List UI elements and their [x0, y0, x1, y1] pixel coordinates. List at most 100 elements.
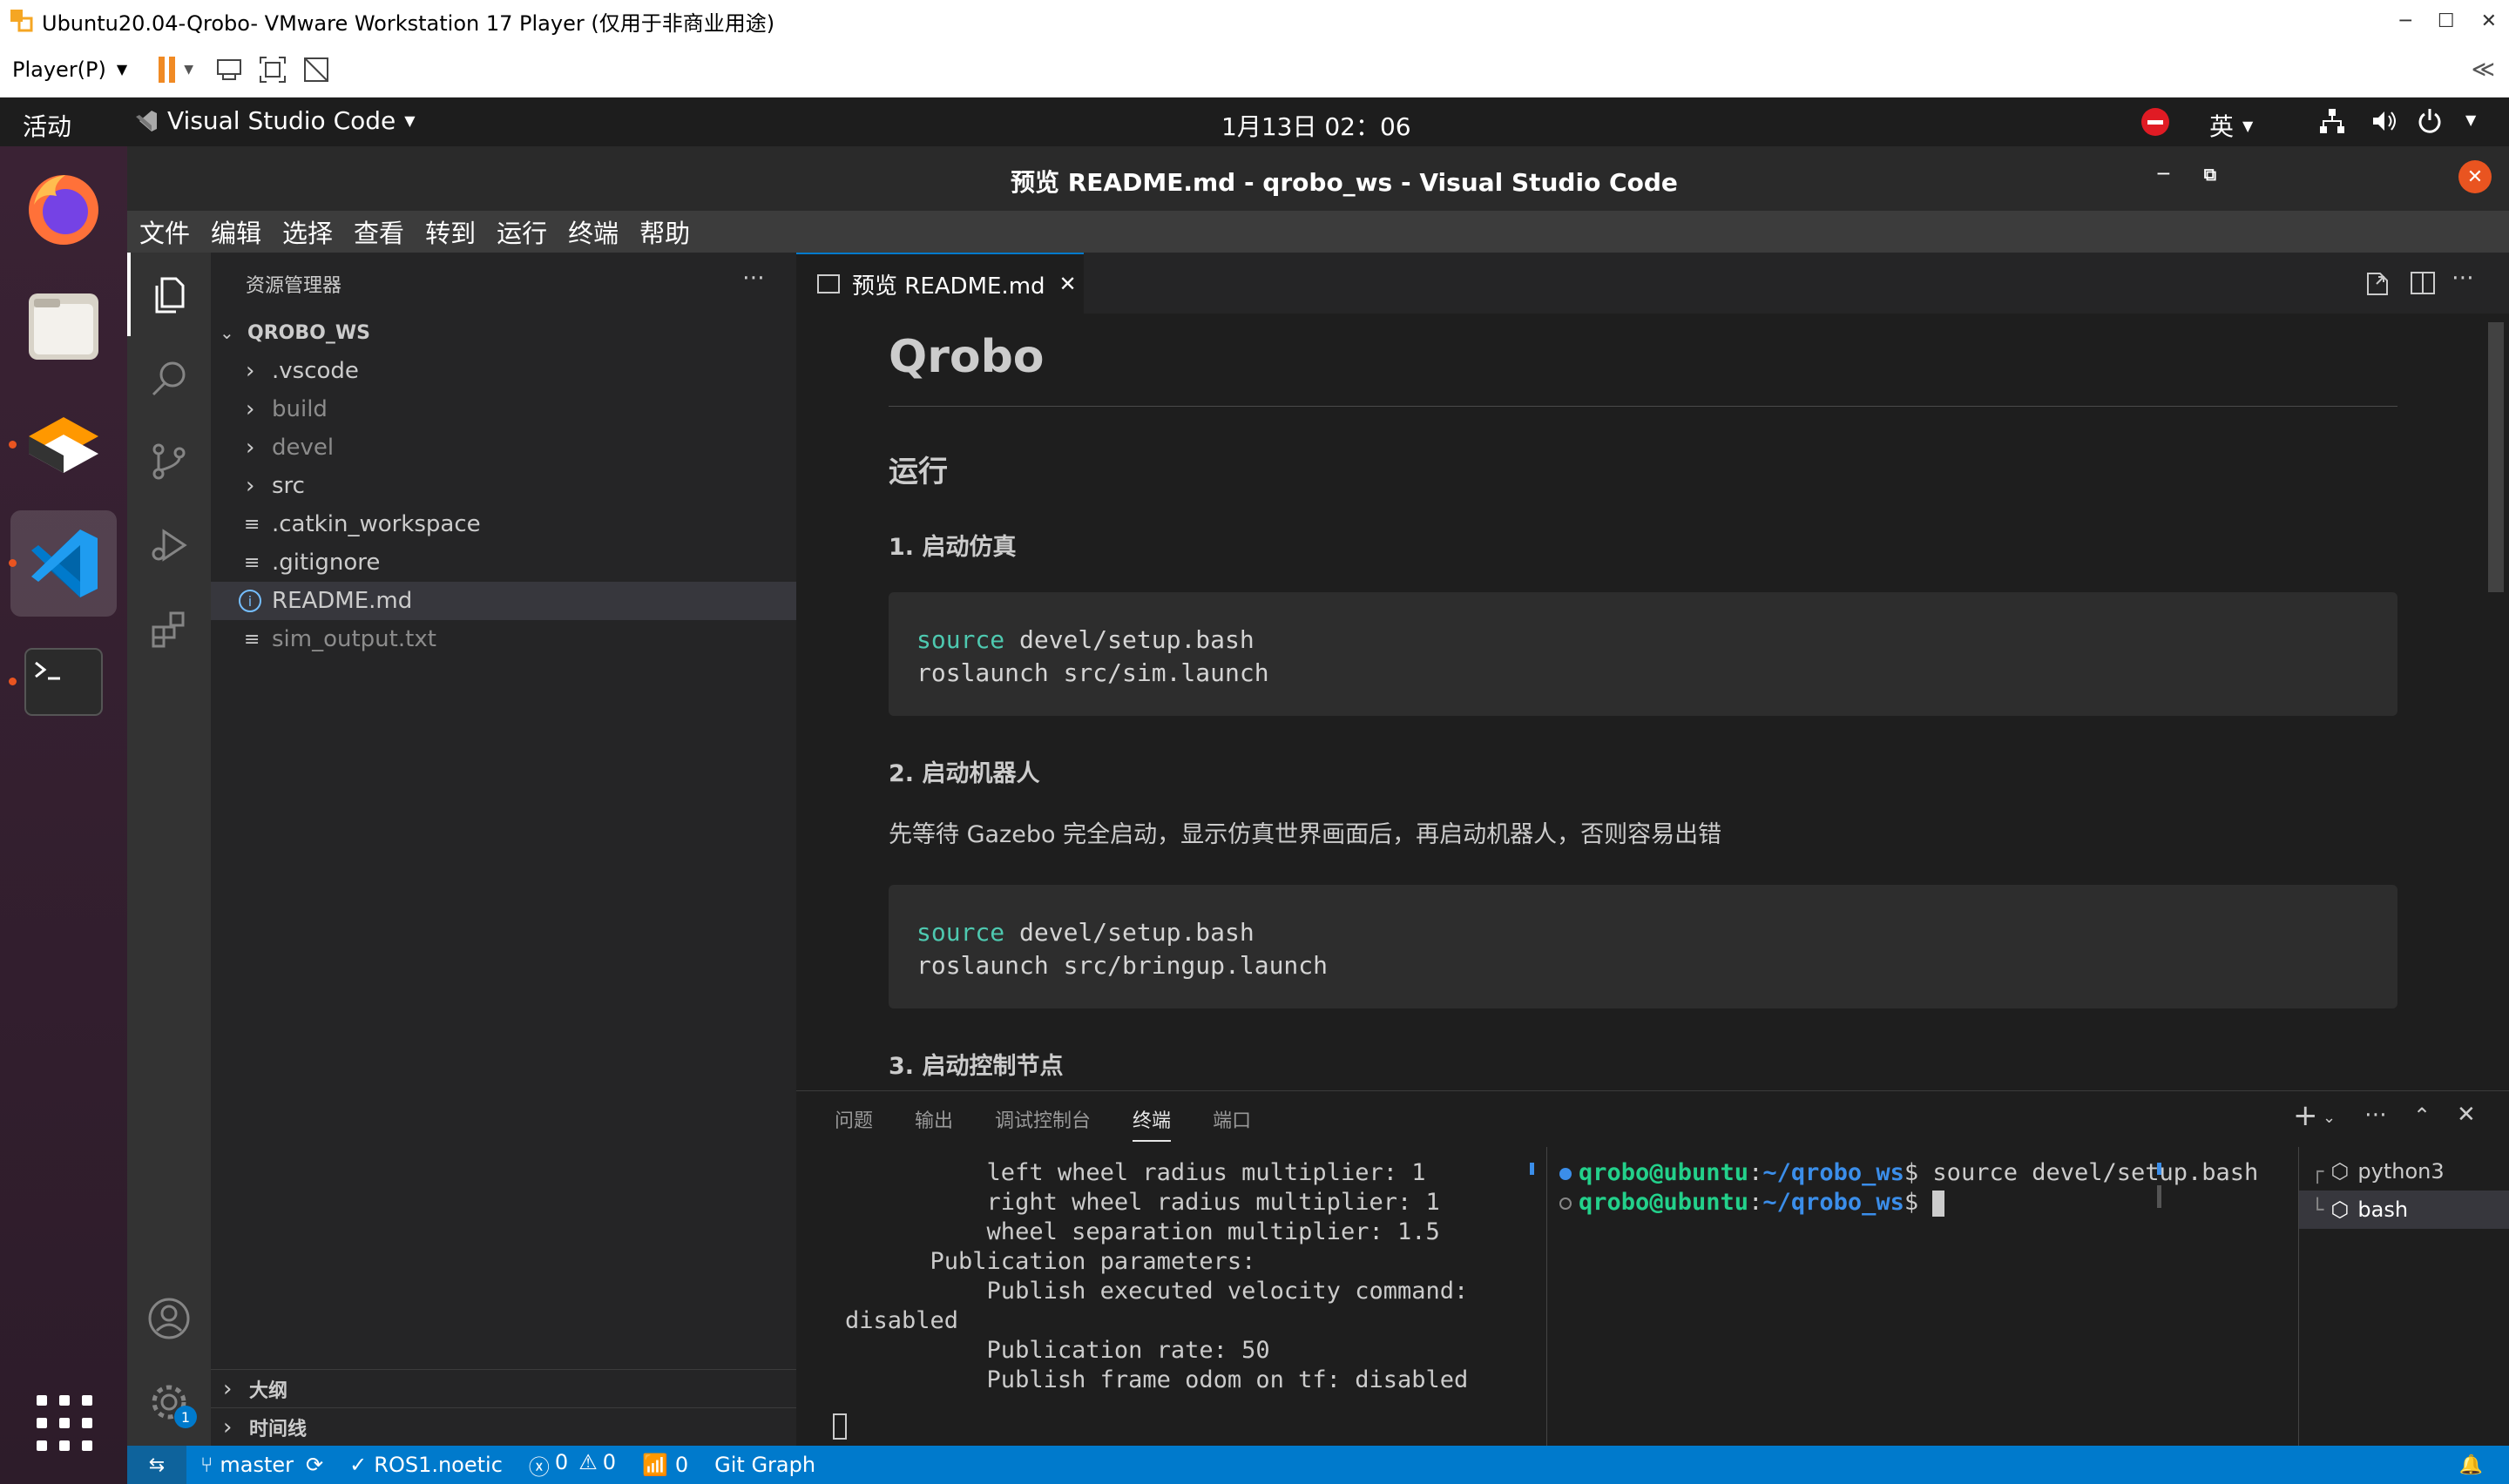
input-method-indicator[interactable]: 英 ▼ [2209, 108, 2253, 143]
settings-badge: 1 [174, 1406, 197, 1428]
more-actions-icon[interactable]: ⋯ [742, 265, 765, 291]
player-menu[interactable]: Player(P) ▼ [12, 57, 127, 82]
tree-item-build[interactable]: › build [211, 390, 796, 428]
show-apps-icon[interactable] [37, 1395, 92, 1451]
dock-files[interactable] [10, 273, 117, 380]
chevron-down-icon[interactable]: ▼ [184, 63, 193, 77]
terminal-session-list: ┌ ⬡ python3 └ ⬡ bash [2298, 1147, 2509, 1447]
ports-status[interactable]: 📶 0 [642, 1453, 688, 1477]
tree-item-src[interactable]: › src [211, 467, 796, 505]
close-icon[interactable]: ✕ [2458, 160, 2492, 193]
menu-view[interactable]: 查看 [354, 213, 404, 250]
git-graph-button[interactable]: Git Graph [714, 1453, 815, 1477]
workspace-root[interactable]: ⌄ QROBO_WS [211, 314, 796, 352]
tab-ports[interactable]: 端口 [1213, 1105, 1251, 1142]
app-menu[interactable]: Visual Studio Code ▼ [132, 106, 416, 135]
chevron-down-icon: ▼ [2242, 117, 2254, 134]
collapse-toolbar-icon[interactable]: ≪ [2472, 57, 2495, 83]
tree-item-catkin-workspace[interactable]: ≡ .catkin_workspace [211, 505, 796, 543]
close-panel-icon[interactable]: ✕ [2457, 1102, 2476, 1128]
clock[interactable]: 1月13日 02：06 [1221, 108, 1411, 143]
branch-status[interactable]: ⑂ master ⟳ [200, 1453, 323, 1477]
session-bash[interactable]: └ ⬡ bash [2299, 1191, 2509, 1229]
dock-firefox[interactable] [10, 155, 117, 261]
terminal-cursor [833, 1413, 847, 1440]
chevron-right-icon: › [246, 435, 255, 461]
tab-output[interactable]: 输出 [915, 1105, 953, 1142]
accounts-activity[interactable] [127, 1277, 211, 1360]
tree-item-label: .catkin_workspace [272, 511, 481, 537]
terminal-left[interactable]: left wheel radius multiplier: 1 right wh… [796, 1147, 1547, 1447]
menu-file[interactable]: 文件 [139, 213, 190, 250]
tab-terminal[interactable]: 终端 [1133, 1105, 1172, 1142]
player-menu-label: Player(P) [12, 57, 106, 82]
terminal-line: wheel separation multiplier: 1.5 [845, 1218, 1440, 1245]
send-ctrl-alt-del-icon[interactable] [214, 55, 244, 84]
menu-go[interactable]: 转到 [425, 213, 476, 250]
maximize-panel-icon[interactable]: ⌃ [2413, 1103, 2431, 1128]
new-terminal-icon[interactable]: + [2293, 1098, 2318, 1133]
tree-item-gitignore[interactable]: ≡ .gitignore [211, 543, 796, 582]
code-keyword: source [916, 625, 1005, 654]
close-tab-icon[interactable]: ✕ [1059, 272, 1077, 296]
run-debug-activity[interactable] [127, 503, 211, 587]
dock-sublime[interactable] [10, 392, 117, 498]
minimize-icon[interactable]: ─ [2400, 10, 2411, 32]
tree-item-label: .gitignore [272, 550, 381, 576]
minimize-icon[interactable]: ─ [2158, 164, 2169, 186]
open-source-icon[interactable] [2363, 268, 2392, 301]
ubuntu-dock [0, 146, 127, 1484]
manage-activity[interactable]: 1 [127, 1360, 211, 1444]
unity-mode-icon[interactable] [301, 55, 331, 84]
timeline-section[interactable]: › 时间线 [211, 1407, 796, 1446]
explorer-activity[interactable] [127, 253, 211, 336]
menu-terminal[interactable]: 终端 [568, 213, 619, 250]
tree-item-devel[interactable]: › devel [211, 428, 796, 467]
chevron-down-icon[interactable]: ▼ [2465, 111, 2476, 128]
extensions-activity[interactable] [127, 587, 211, 671]
sync-icon[interactable]: ⟳ [306, 1453, 323, 1477]
terminal-right[interactable]: qrobo@ubuntu:~/qrobo_ws$ source devel/se… [1547, 1147, 2258, 1447]
tree-item-readme[interactable]: i README.md [211, 582, 796, 620]
power-icon[interactable] [2415, 106, 2445, 142]
do-not-disturb-icon[interactable] [2141, 108, 2169, 136]
menu-edit[interactable]: 编辑 [211, 213, 261, 250]
source-control-activity[interactable] [127, 420, 211, 503]
search-activity[interactable] [127, 336, 211, 420]
dock-terminal[interactable] [10, 629, 117, 735]
pause-icon[interactable] [159, 56, 176, 83]
menu-help[interactable]: 帮助 [639, 213, 690, 250]
code-line: devel/setup.bash [1004, 918, 1254, 947]
menu-run[interactable]: 运行 [497, 213, 547, 250]
fullscreen-icon[interactable] [258, 55, 287, 84]
explorer-sidebar: 资源管理器 ⋯ ⌄ QROBO_WS › .vscode › build › d… [211, 253, 796, 1446]
tree-item-sim-output[interactable]: ≡ sim_output.txt [211, 620, 796, 658]
more-actions-icon[interactable]: ⋯ [2364, 1102, 2387, 1128]
close-icon[interactable]: ✕ [2481, 10, 2497, 32]
network-icon[interactable] [2317, 106, 2347, 142]
restore-icon[interactable]: ⧉ [2204, 164, 2216, 185]
notifications-icon[interactable]: 🔔 [2459, 1454, 2483, 1476]
editor-scrollbar[interactable] [2488, 322, 2504, 592]
menu-selection[interactable]: 选择 [282, 213, 333, 250]
remote-indicator[interactable]: ⇆ [127, 1446, 186, 1484]
chevron-right-icon: › [246, 358, 255, 384]
maximize-icon[interactable]: ☐ [2438, 10, 2455, 32]
ros-status[interactable]: ✓ ROS1.noetic [349, 1453, 503, 1477]
dock-vscode[interactable] [10, 510, 117, 617]
split-editor-icon[interactable] [2408, 268, 2438, 301]
source-control-icon [152, 443, 186, 480]
activities-button[interactable]: 活动 [23, 108, 71, 143]
session-label: bash [2357, 1197, 2409, 1222]
tab-problems[interactable]: 问题 [835, 1105, 873, 1142]
volume-icon[interactable] [2370, 106, 2399, 142]
problems-status[interactable]: ⓧ 0 ⚠ 0 [529, 1450, 616, 1481]
tab-readme-preview[interactable]: 预览 README.md ✕ [796, 253, 1084, 314]
chevron-down-icon[interactable]: ⌄ [2323, 1109, 2336, 1127]
session-python3[interactable]: ┌ ⬡ python3 [2299, 1152, 2509, 1191]
tab-debug-console[interactable]: 调试控制台 [995, 1105, 1091, 1142]
tree-item-vscode[interactable]: › .vscode [211, 352, 796, 390]
outline-section[interactable]: › 大纲 [211, 1369, 796, 1407]
more-actions-icon[interactable]: ⋯ [2452, 265, 2474, 291]
preview-note: 先等待 Gazebo 完全启动，显示仿真世界画面后，再启动机器人，否则容易出错 [889, 821, 1722, 848]
